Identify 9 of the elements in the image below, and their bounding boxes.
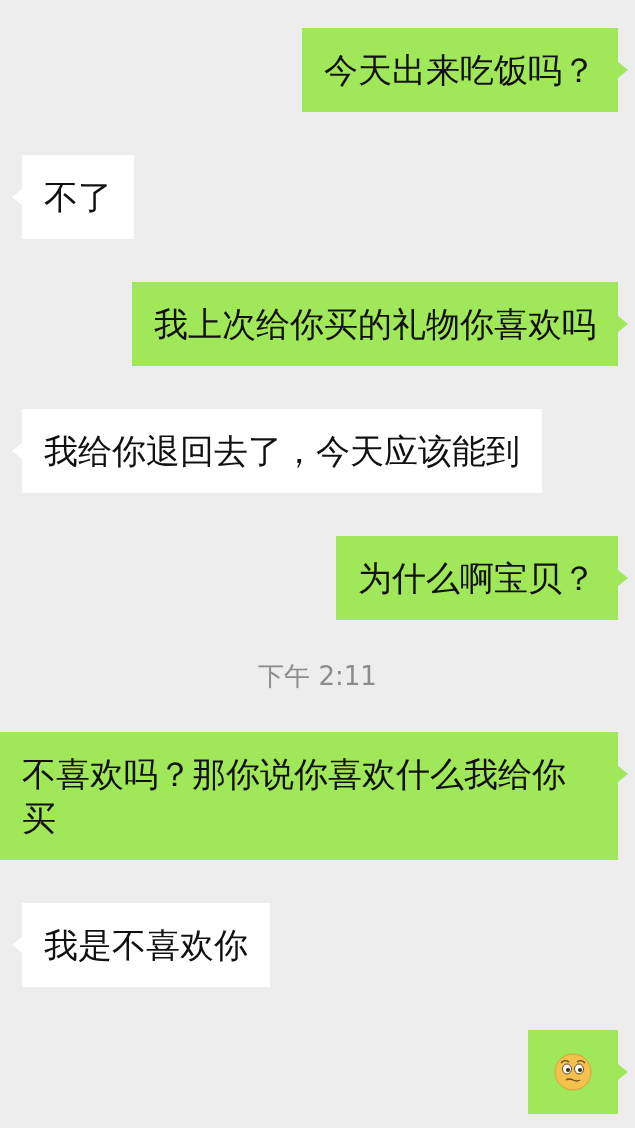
worried-face-icon — [554, 1053, 592, 1091]
message-bubble: 不了 — [12, 155, 134, 239]
message-bubble: 我是不喜欢你 — [12, 903, 270, 987]
message-bubble: 不喜欢吗？那你说你喜欢什么我给你买 — [0, 732, 628, 860]
timestamp: 下午 2:11 — [258, 659, 377, 693]
message-bubble: 我上次给你买的礼物你喜欢吗 — [132, 282, 628, 366]
message-bubble: 为什么啊宝贝？ — [336, 536, 628, 620]
message-bubble: 我给你退回去了，今天应该能到 — [12, 409, 542, 493]
message-bubble: 今天出来吃饭吗？ — [302, 28, 628, 112]
